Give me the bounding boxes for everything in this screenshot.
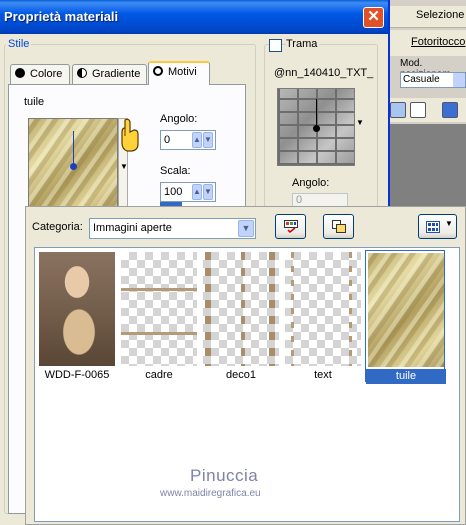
categoria-label: Categoria: <box>32 221 83 233</box>
title-bar[interactable]: Proprietà materiali ✕ <box>0 0 388 34</box>
close-icon: ✕ <box>367 8 380 25</box>
color-dot-icon <box>15 68 25 78</box>
pattern-name-label: tuile <box>24 96 45 108</box>
frame-line <box>121 288 197 291</box>
grid-view-icon <box>426 221 440 233</box>
pattern-caption: WDD-F-0065 <box>44 369 110 381</box>
trama-angolo-value: 0 <box>296 194 303 206</box>
chevron-down-icon: ▼ <box>120 162 128 171</box>
categoria-value: Immagini aperte <box>93 222 172 234</box>
angolo-label: Angolo: <box>160 113 198 125</box>
chevron-up-icon[interactable]: ▲ <box>192 132 202 148</box>
texture-dropdown-button[interactable]: ▼ <box>355 88 365 166</box>
close-button[interactable]: ✕ <box>363 7 384 28</box>
pattern-thumbnail-grid: WDD-F-0065 cadre deco1 text tuile Pinucc… <box>34 247 460 522</box>
pattern-thumbnail[interactable]: text <box>283 250 363 382</box>
pattern-thumbnail[interactable]: cadre <box>119 250 199 382</box>
tab-gradiente[interactable]: Gradiente <box>72 64 147 84</box>
pattern-icon <box>153 66 163 76</box>
angolo-spinner[interactable]: ▲ ▼ <box>192 132 214 148</box>
play-tool-icon[interactable] <box>442 102 458 118</box>
layer-tool-icon[interactable] <box>390 102 406 118</box>
angle-handle[interactable] <box>70 163 77 170</box>
palette-check-icon <box>284 220 298 233</box>
portrait-thumbnail-image <box>39 252 115 366</box>
chevron-up-icon[interactable]: ▲ <box>192 184 202 200</box>
hand-pointer-icon <box>121 118 139 152</box>
angle-handle[interactable] <box>313 125 320 132</box>
watermark-url: www.maidiregrafica.eu <box>160 488 261 499</box>
chevron-down-icon: ▼ <box>356 118 364 127</box>
pattern-picker-popup: Categoria: Immagini aperte ▼ ▼ WDD-F-006… <box>25 206 466 525</box>
pattern-swatch[interactable] <box>28 118 118 208</box>
scala-input[interactable]: 100 ▲ ▼ <box>160 182 216 202</box>
gradient-icon <box>77 68 87 78</box>
tab-gradiente-label: Gradiente <box>92 68 141 80</box>
deco-strip <box>205 252 211 366</box>
picker-action-button-1[interactable] <box>275 214 306 239</box>
mod-posizionamento-value: Casuale <box>403 74 440 85</box>
tab-motivi-label: Motivi <box>168 66 197 78</box>
tab-colore[interactable]: Colore <box>10 64 70 84</box>
scala-spinner[interactable]: ▲ ▼ <box>192 184 214 200</box>
stile-label: Stile <box>6 38 32 50</box>
chevron-down-icon[interactable]: ▼ <box>203 184 213 200</box>
pattern-caption: text <box>314 369 332 381</box>
categoria-select[interactable]: Immagini aperte ▼ <box>89 218 256 239</box>
tuile-thumbnail-image <box>368 253 444 367</box>
trama-label: Trama <box>286 38 320 50</box>
fotoritocco-menu[interactable]: Fotoritocco <box>386 34 466 54</box>
cadre-thumbnail-image <box>121 252 197 366</box>
chevron-down-icon: ▼ <box>445 219 453 228</box>
pattern-caption: cadre <box>145 369 173 381</box>
texture-name: @nn_140410_TXT_ <box>274 67 374 79</box>
chevron-down-icon: ▼ <box>238 220 254 237</box>
tab-colore-label: Colore <box>30 68 63 80</box>
text-strip <box>349 252 352 366</box>
deco-thumbnail-image <box>203 252 279 366</box>
text-thumbnail-image <box>285 252 361 366</box>
pattern-thumbnail-selected[interactable]: tuile <box>365 250 446 384</box>
trama-angolo-label: Angolo: <box>292 177 330 189</box>
texture-swatch[interactable] <box>277 88 355 166</box>
angolo-value: 0 <box>164 134 171 146</box>
text-strip <box>291 252 294 366</box>
picker-action-button-2[interactable] <box>323 214 354 239</box>
menu-item-selezione[interactable]: Selezione <box>416 9 464 21</box>
angolo-input[interactable]: 0 ▲ ▼ <box>160 130 216 150</box>
deco-strip <box>269 252 275 366</box>
table-tool-icon[interactable] <box>410 102 426 118</box>
copy-icon <box>332 220 346 233</box>
angle-indicator-line <box>73 131 74 167</box>
chevron-down-icon[interactable]: ▼ <box>203 132 213 148</box>
mod-posizionamento-select[interactable]: Casuale <box>400 72 466 88</box>
frame-line <box>121 332 197 335</box>
scala-label: Scala: <box>160 165 191 177</box>
scala-value: 100 <box>164 186 183 198</box>
tab-motivi[interactable]: Motivi <box>148 61 210 85</box>
pattern-caption: tuile <box>366 369 446 384</box>
trama-checkbox[interactable] <box>269 39 282 52</box>
pattern-caption: deco1 <box>226 369 256 381</box>
pattern-thumbnail[interactable]: deco1 <box>201 250 281 382</box>
background-icon-row <box>386 98 466 122</box>
view-mode-button[interactable]: ▼ <box>418 214 457 239</box>
watermark-name: Pinuccia <box>190 466 259 485</box>
window-title: Proprietà materiali <box>4 9 119 24</box>
pattern-thumbnail[interactable]: WDD-F-0065 <box>37 250 117 382</box>
deco-strip <box>241 252 245 366</box>
chevron-down-icon <box>453 73 465 87</box>
trama-angolo-input[interactable]: 0 <box>292 193 348 207</box>
